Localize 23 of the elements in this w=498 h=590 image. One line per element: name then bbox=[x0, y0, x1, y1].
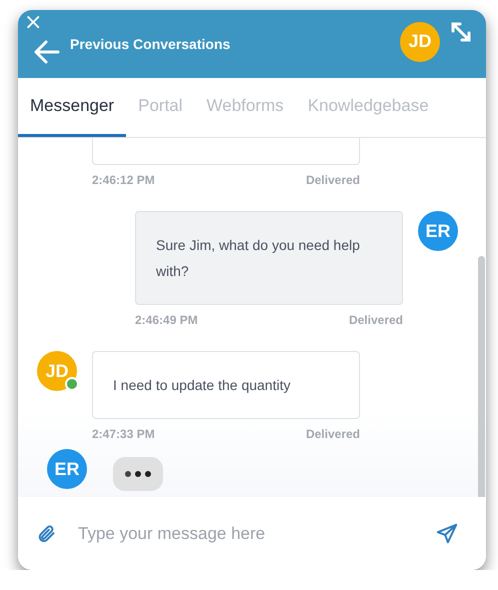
back-button[interactable] bbox=[34, 40, 60, 64]
typing-indicator bbox=[113, 457, 163, 491]
user-avatar: JD bbox=[37, 351, 77, 391]
attach-icon[interactable] bbox=[36, 524, 56, 544]
message-time: 2:46:12 PM bbox=[92, 173, 155, 187]
user-avatar: JD bbox=[400, 22, 440, 62]
message-text: Sure Jim, what do you need help with? bbox=[156, 237, 360, 279]
tab[interactable]: Portal bbox=[126, 78, 195, 137]
close-button[interactable]: × bbox=[22, 12, 44, 34]
expand-button[interactable] bbox=[450, 21, 472, 43]
delivery-status: Delivered bbox=[348, 313, 403, 327]
tab[interactable]: Knowledgebase bbox=[296, 78, 441, 137]
tab[interactable]: Webforms bbox=[194, 78, 296, 137]
message-text: I need to update the quantity bbox=[113, 377, 290, 393]
header-title: Previous Conversations bbox=[70, 36, 232, 52]
delivery-status: Delivered bbox=[306, 173, 360, 187]
scrollbar[interactable] bbox=[478, 256, 485, 497]
delivery-status: Delivered bbox=[306, 427, 360, 441]
send-icon[interactable] bbox=[436, 522, 458, 544]
user-avatar: ER bbox=[47, 449, 87, 489]
message-time: 2:46:49 PM bbox=[135, 313, 198, 327]
message-time: 2:47:33 PM bbox=[92, 427, 155, 441]
user-avatar: ER bbox=[418, 211, 458, 251]
